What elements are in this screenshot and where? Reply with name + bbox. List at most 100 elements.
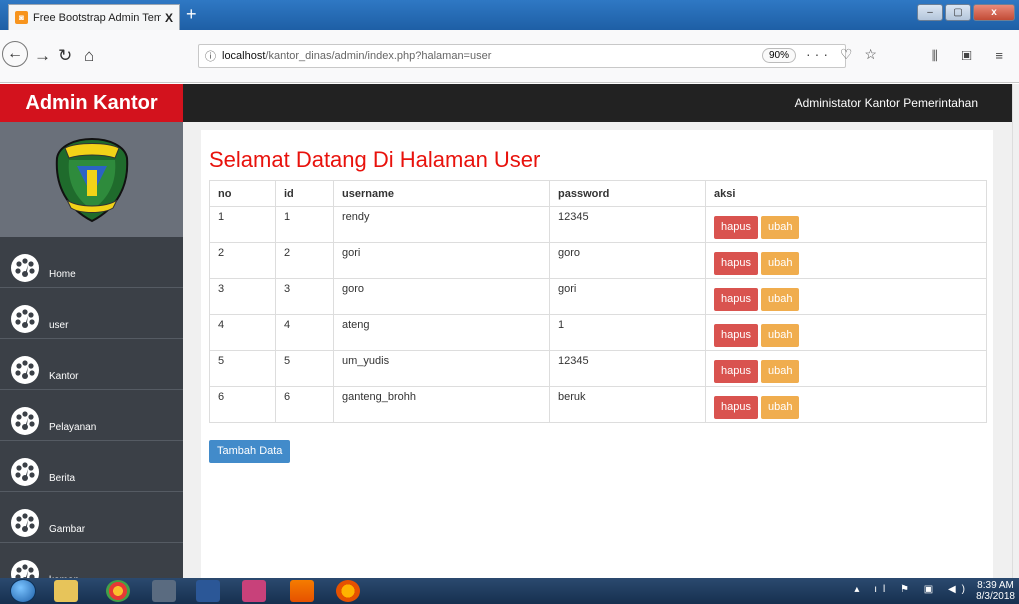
column-header: password — [549, 180, 706, 207]
cell-no: 3 — [209, 278, 276, 315]
cell-actions: hapus ubah — [705, 242, 987, 279]
cell-password: 12345 — [549, 350, 706, 387]
sidebar-menu: Home user Kantor Pelayanan Berita Gambar — [0, 237, 183, 578]
edit-button[interactable]: ubah — [760, 324, 800, 347]
sidebar-item-berita[interactable]: Berita — [0, 441, 183, 492]
delete-button[interactable]: hapus — [714, 252, 758, 275]
start-button[interactable] — [10, 579, 36, 603]
table-row: 1 1 rendy 12345 hapus ubah — [209, 206, 987, 243]
system-tray[interactable]: ▴ ıl ⚑ ▣ ◀) — [854, 584, 971, 595]
main-content: Selamat Datang Di Halaman User no id use… — [201, 130, 993, 578]
edit-button[interactable]: ubah — [760, 360, 800, 383]
edit-button[interactable]: ubah — [760, 288, 800, 311]
cell-id: 6 — [275, 386, 334, 423]
cell-password: goro — [549, 242, 706, 279]
tab-close-button[interactable]: X — [165, 11, 173, 25]
column-header: username — [333, 180, 550, 207]
info-icon[interactable]: ⓘ — [205, 48, 216, 64]
sidebar-item-label: Kantor — [49, 371, 79, 382]
sidebar-item-home[interactable]: Home — [0, 237, 183, 288]
brand-title[interactable]: Admin Kantor — [0, 84, 183, 122]
header-user-text: Administator Kantor Pemerintahan — [794, 96, 978, 110]
browser-titlebar: ◙ Free Bootstrap Admin Templat X + – ▢ x — [0, 0, 1019, 30]
page-scrollbar[interactable] — [1012, 84, 1019, 578]
dashboard-icon — [11, 407, 39, 435]
toolbar-icons[interactable]: ⫼ ▣ ≡ — [932, 48, 1013, 64]
cell-actions: hapus ubah — [705, 314, 987, 351]
cell-username: gori — [333, 242, 550, 279]
crest-logo — [55, 137, 128, 222]
sidebar-item-kantor[interactable]: Kantor — [0, 339, 183, 390]
cell-id: 2 — [275, 242, 334, 279]
sidebar-item-user[interactable]: user — [0, 288, 183, 339]
delete-button[interactable]: hapus — [714, 324, 758, 347]
sidebar-item-pelayanan[interactable]: Pelayanan — [0, 390, 183, 441]
sidebar-item-komen[interactable]: komen — [0, 543, 183, 578]
user-table: no id username password aksi 1 1 rendy 1… — [209, 180, 987, 423]
table-header-row: no id username password aksi — [209, 180, 987, 207]
dashboard-icon — [11, 305, 39, 333]
browser-navbar: ← → ↻ ⌂ ⓘ localhost /kantor_dinas/admin/… — [0, 30, 1019, 83]
page-viewport: Admin Kantor Administator Kantor Pemerin… — [0, 84, 1012, 578]
cell-actions: hapus ubah — [705, 386, 987, 423]
minimize-button[interactable]: – — [917, 4, 943, 21]
app-icon[interactable] — [152, 580, 176, 602]
cell-id: 3 — [275, 278, 334, 315]
delete-button[interactable]: hapus — [714, 288, 758, 311]
sidebar-item-label: Gambar — [49, 524, 86, 535]
cell-no: 5 — [209, 350, 276, 387]
home-icon[interactable]: ⌂ — [84, 46, 94, 66]
dashboard-icon — [11, 356, 39, 384]
table-row: 3 3 goro gori hapus ubah — [209, 278, 987, 315]
zoom-indicator[interactable]: 90% — [762, 48, 797, 63]
cell-id: 1 — [275, 206, 334, 243]
maximize-button[interactable]: ▢ — [945, 4, 971, 21]
clock[interactable]: 8:39 AM 8/3/2018 — [976, 580, 1015, 602]
sublime-icon[interactable] — [242, 580, 266, 602]
cell-username: ganteng_brohh — [333, 386, 550, 423]
table-row: 4 4 ateng 1 hapus ubah — [209, 314, 987, 351]
delete-button[interactable]: hapus — [714, 360, 758, 383]
clock-date: 8/3/2018 — [976, 591, 1015, 602]
word-icon[interactable] — [196, 580, 220, 602]
add-data-button[interactable]: Tambah Data — [209, 440, 291, 463]
delete-button[interactable]: hapus — [714, 216, 758, 239]
cell-no: 4 — [209, 314, 276, 351]
sidebar-item-label: Berita — [49, 473, 76, 484]
new-tab-button[interactable]: + — [186, 4, 197, 24]
cell-actions: hapus ubah — [705, 206, 987, 243]
delete-button[interactable]: hapus — [714, 396, 758, 419]
sidebar-item-gambar[interactable]: Gambar — [0, 492, 183, 543]
address-bar[interactable]: ⓘ localhost /kantor_dinas/admin/index.ph… — [198, 44, 846, 68]
cell-password: 12345 — [549, 206, 706, 243]
clock-time: 8:39 AM — [977, 580, 1014, 591]
edit-button[interactable]: ubah — [760, 216, 800, 239]
firefox-icon[interactable] — [336, 580, 360, 602]
cell-username: goro — [333, 278, 550, 315]
favicon-icon: ◙ — [15, 11, 28, 24]
explorer-icon[interactable] — [54, 580, 78, 602]
dashboard-icon — [11, 458, 39, 486]
cell-password: beruk — [549, 386, 706, 423]
edit-button[interactable]: ubah — [760, 252, 800, 275]
cell-id: 4 — [275, 314, 334, 351]
dashboard-icon — [11, 560, 39, 578]
cell-no: 6 — [209, 386, 276, 423]
forward-icon[interactable]: → — [34, 46, 51, 66]
edit-button[interactable]: ubah — [760, 396, 800, 419]
back-icon[interactable]: ← — [2, 41, 28, 67]
page-actions-icons[interactable]: ··· ♡ ☆ — [806, 46, 881, 63]
reload-icon[interactable]: ↻ — [58, 46, 72, 66]
table-row: 6 6 ganteng_brohh beruk hapus ubah — [209, 386, 987, 423]
vlc-icon[interactable] — [290, 580, 314, 602]
chrome-icon[interactable] — [106, 580, 130, 602]
close-window-button[interactable]: x — [973, 4, 1015, 21]
cell-username: rendy — [333, 206, 550, 243]
tab-title: Free Bootstrap Admin Templat — [33, 11, 161, 24]
browser-tab[interactable]: ◙ Free Bootstrap Admin Templat X — [8, 4, 180, 30]
cell-password: gori — [549, 278, 706, 315]
os-taskbar: ▴ ıl ⚑ ▣ ◀) 8:39 AM 8/3/2018 — [0, 578, 1019, 604]
logo-area — [0, 122, 183, 237]
table-row: 2 2 gori goro hapus ubah — [209, 242, 987, 279]
cell-username: um_yudis — [333, 350, 550, 387]
